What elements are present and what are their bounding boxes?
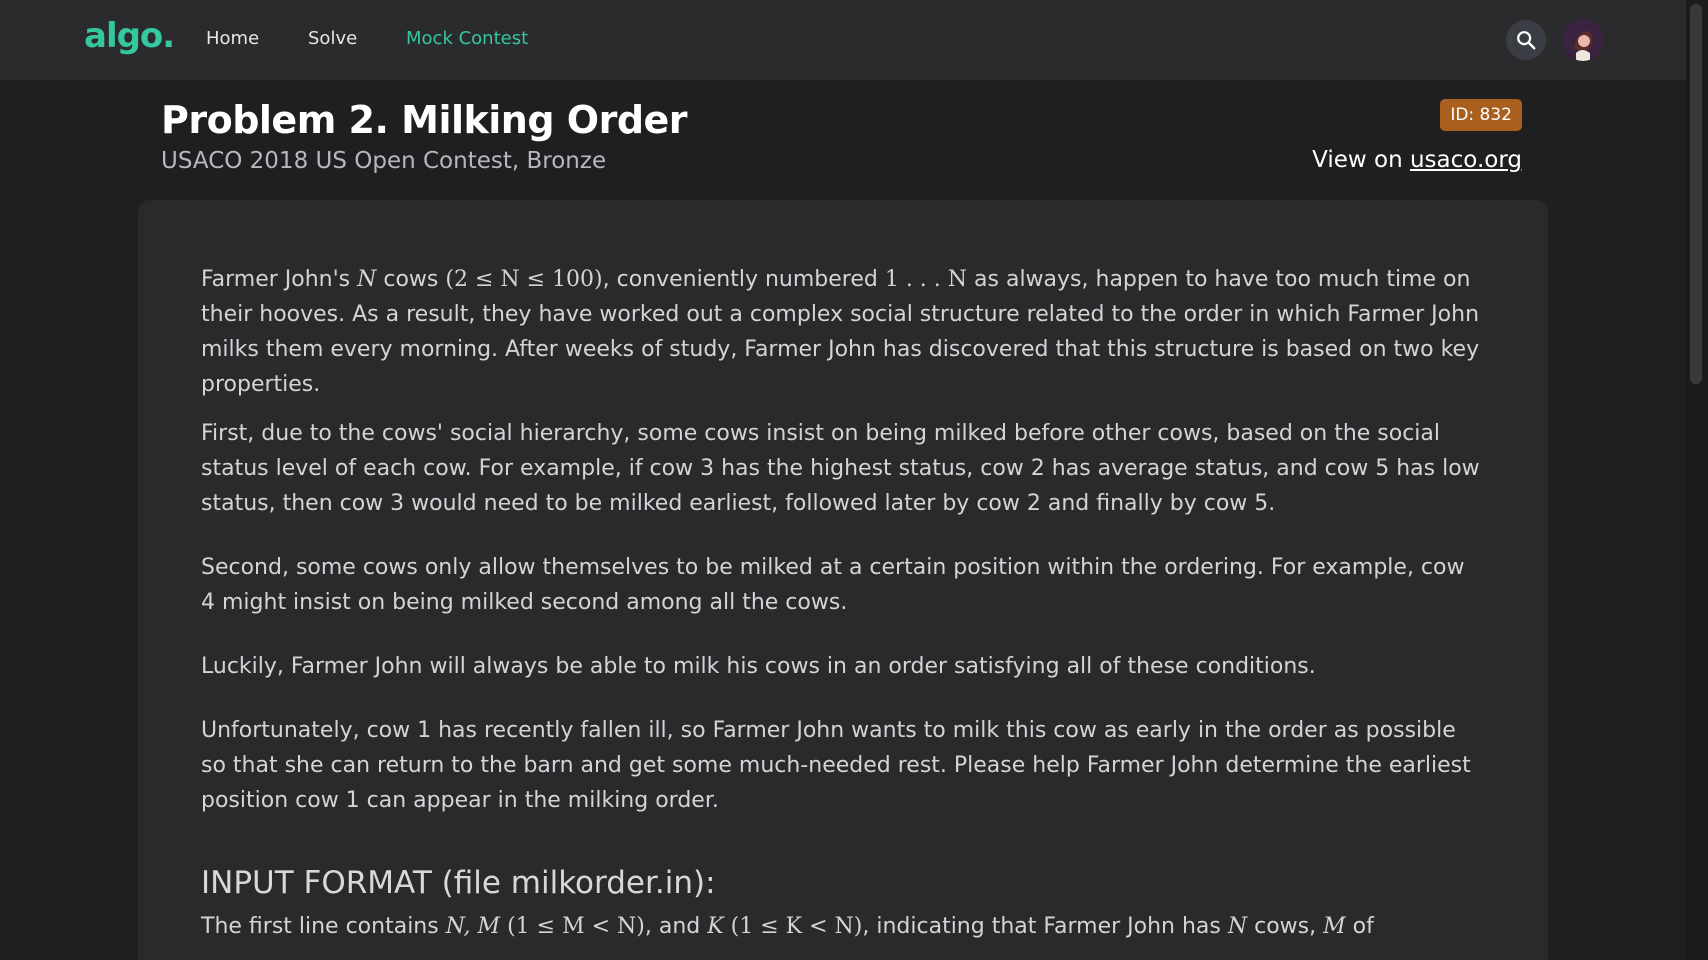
input-format-heading: INPUT FORMAT (file milkorder.in):: [201, 865, 716, 901]
text: The first line contains: [201, 914, 446, 939]
nav-solve-link[interactable]: Solve: [308, 28, 357, 49]
nav-mock-contest-link[interactable]: Mock Contest: [406, 28, 528, 49]
view-on-usaco: View on usaco.org: [1312, 147, 1522, 173]
math: K: [707, 914, 724, 939]
avatar-image: [1562, 19, 1604, 61]
statement-paragraph-1: Farmer John's N cows (2 ≤ N ≤ 100), conv…: [201, 262, 1481, 402]
math: 1 . . . N: [884, 267, 968, 292]
page: algo. Home Solve Mock Contest Problem 2.…: [0, 0, 1708, 960]
input-format-paragraph: The first line contains N, M (1 ≤ M < N)…: [201, 909, 1481, 944]
user-avatar[interactable]: [1562, 19, 1604, 61]
search-icon: [1517, 31, 1536, 50]
math: (2 ≤ N ≤ 100): [445, 267, 603, 292]
math: N, M: [445, 914, 501, 939]
math: N: [1227, 914, 1248, 939]
statement-paragraph-2: First, due to the cows' social hierarchy…: [201, 421, 1480, 516]
scrollbar-thumb[interactable]: [1690, 4, 1702, 384]
search-button[interactable]: [1506, 20, 1546, 60]
text: cows: [376, 267, 446, 292]
text: of: [1345, 914, 1374, 939]
statement-paragraph-4: Luckily, Farmer John will always be able…: [201, 654, 1316, 679]
text: , indicating that Farmer John has: [862, 914, 1228, 939]
top-navbar: algo. Home Solve Mock Contest: [0, 0, 1686, 80]
usaco-link[interactable]: usaco.org: [1410, 147, 1522, 173]
text: , and: [644, 914, 708, 939]
statement-paragraph-3: Second, some cows only allow themselves …: [201, 555, 1465, 615]
view-on-label: View on: [1312, 147, 1410, 173]
problem-statement: Farmer John's N cows (2 ≤ N ≤ 100), conv…: [201, 262, 1481, 958]
logo[interactable]: algo.: [84, 16, 175, 56]
problem-subtitle: USACO 2018 US Open Contest, Bronze: [161, 148, 607, 174]
nav-home-link[interactable]: Home: [206, 28, 259, 49]
text: cows,: [1247, 914, 1324, 939]
math: (1 ≤ K < N): [730, 914, 863, 939]
math: (1 ≤ M < N): [507, 914, 645, 939]
statement-paragraph-5: Unfortunately, cow 1 has recently fallen…: [201, 718, 1471, 813]
text: , conveniently numbered: [602, 267, 885, 292]
problem-id-badge: ID: 832: [1440, 99, 1522, 131]
problem-title: Problem 2. Milking Order: [161, 98, 688, 142]
text: Farmer John's: [201, 267, 358, 292]
math: N: [357, 267, 377, 292]
math: M: [1323, 914, 1346, 939]
